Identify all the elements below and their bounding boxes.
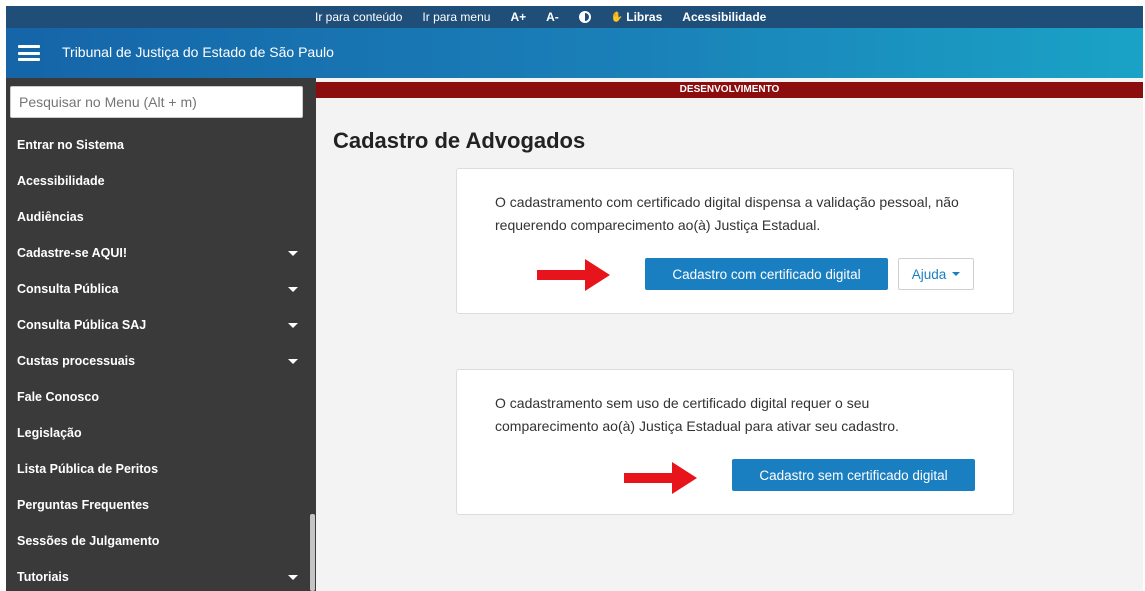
card-without-certificate: O cadastramento sem uso de certificado d…	[456, 369, 1014, 515]
caret-down-icon	[952, 272, 961, 276]
hamburger-icon[interactable]	[18, 45, 40, 61]
app-window: Ir para conteúdo Ir para menu A+ A- ✋ Lib…	[6, 6, 1143, 591]
menu-item-label: Consulta Pública	[17, 282, 119, 296]
accessibility-links: Ir para conteúdo Ir para menu A+ A- ✋ Lib…	[315, 6, 786, 28]
app-title: Tribunal de Justiça do Estado de São Pau…	[62, 44, 334, 60]
register-without-certificate-button[interactable]: Cadastro sem certificado digital	[732, 459, 975, 491]
red-arrow-icon	[537, 259, 610, 291]
menu-item-fale-conosco[interactable]: Fale Conosco	[6, 379, 309, 415]
menu-item-tutoriais[interactable]: Tutoriais	[6, 559, 309, 591]
card-description: O cadastramento sem uso de certificado d…	[495, 395, 899, 434]
menu-item-label: Perguntas Frequentes	[17, 498, 149, 512]
card-description: O cadastramento com certificado digital …	[495, 194, 959, 233]
libras-label: Libras	[626, 10, 663, 24]
caret-down-icon	[288, 322, 298, 328]
app-header: Tribunal de Justiça do Estado de São Pau…	[6, 28, 1143, 78]
page-title: Cadastro de Advogados	[333, 128, 586, 153]
card-with-certificate: O cadastramento com certificado digital …	[456, 168, 1014, 314]
libras-link[interactable]: ✋ Libras	[611, 10, 662, 24]
scrollbar-thumb[interactable]	[310, 514, 315, 591]
menu-item-label: Sessões de Julgamento	[17, 534, 160, 548]
caret-down-icon	[288, 574, 298, 580]
environment-banner: DESENVOLVIMENTO	[316, 82, 1143, 98]
menu-item-label: Lista Pública de Peritos	[17, 462, 159, 476]
menu-item-label: Cadastre-se AQUI!	[17, 246, 127, 260]
caret-down-icon	[288, 358, 298, 364]
menu-item-consulta-publica[interactable]: Consulta Pública	[6, 271, 309, 307]
increase-font-link[interactable]: A+	[510, 10, 526, 24]
contrast-toggle[interactable]	[578, 11, 591, 23]
menu-item-label: Fale Conosco	[17, 390, 99, 404]
menu-item-consulta-publica-saj[interactable]: Consulta Pública SAJ	[6, 307, 309, 343]
menu-item-acessibilidade[interactable]: Acessibilidade	[6, 163, 309, 199]
menu-item-cadastre-se[interactable]: Cadastre-se AQUI!	[6, 235, 309, 271]
accessibility-bar: Ir para conteúdo Ir para menu A+ A- ✋ Lib…	[6, 6, 1143, 28]
sidebar-menu: Entrar no Sistema Acessibilidade Audiênc…	[6, 78, 316, 591]
menu-item-label: Consulta Pública SAJ	[17, 318, 147, 332]
menu-item-label: Audiências	[17, 210, 84, 224]
accessibility-link[interactable]: Acessibilidade	[682, 10, 766, 24]
menu-item-label: Legislação	[17, 426, 82, 440]
menu-list: Entrar no Sistema Acessibilidade Audiênc…	[6, 127, 309, 591]
menu-item-label: Acessibilidade	[17, 174, 105, 188]
skip-to-content-link[interactable]: Ir para conteúdo	[315, 10, 402, 24]
skip-to-menu-link[interactable]: Ir para menu	[422, 10, 490, 24]
menu-item-label: Custas processuais	[17, 354, 136, 368]
menu-item-custas-processuais[interactable]: Custas processuais	[6, 343, 309, 379]
contrast-icon	[578, 11, 591, 23]
caret-down-icon	[288, 286, 298, 292]
help-dropdown-button[interactable]: Ajuda	[898, 258, 974, 290]
caret-down-icon	[288, 250, 298, 256]
red-arrow-icon	[624, 462, 697, 494]
decrease-font-link[interactable]: A-	[546, 10, 559, 24]
register-with-certificate-button[interactable]: Cadastro com certificado digital	[645, 258, 888, 290]
hand-icon: ✋	[610, 11, 624, 23]
menu-item-audiencias[interactable]: Audiências	[6, 199, 309, 235]
menu-item-label: Tutoriais	[17, 570, 69, 584]
menu-item-perguntas-frequentes[interactable]: Perguntas Frequentes	[6, 487, 309, 523]
menu-item-label: Entrar no Sistema	[17, 138, 124, 152]
menu-search-input[interactable]	[10, 86, 303, 118]
menu-item-legislacao[interactable]: Legislação	[6, 415, 309, 451]
menu-item-entrar-no-sistema[interactable]: Entrar no Sistema	[6, 127, 309, 163]
help-button-label: Ajuda	[911, 266, 947, 282]
sidebar-scrollbar[interactable]	[309, 78, 316, 591]
menu-item-sessoes-julgamento[interactable]: Sessões de Julgamento	[6, 523, 309, 559]
main-content: DESENVOLVIMENTO Cadastro de Advogados O …	[316, 78, 1143, 591]
menu-item-lista-peritos[interactable]: Lista Pública de Peritos	[6, 451, 309, 487]
